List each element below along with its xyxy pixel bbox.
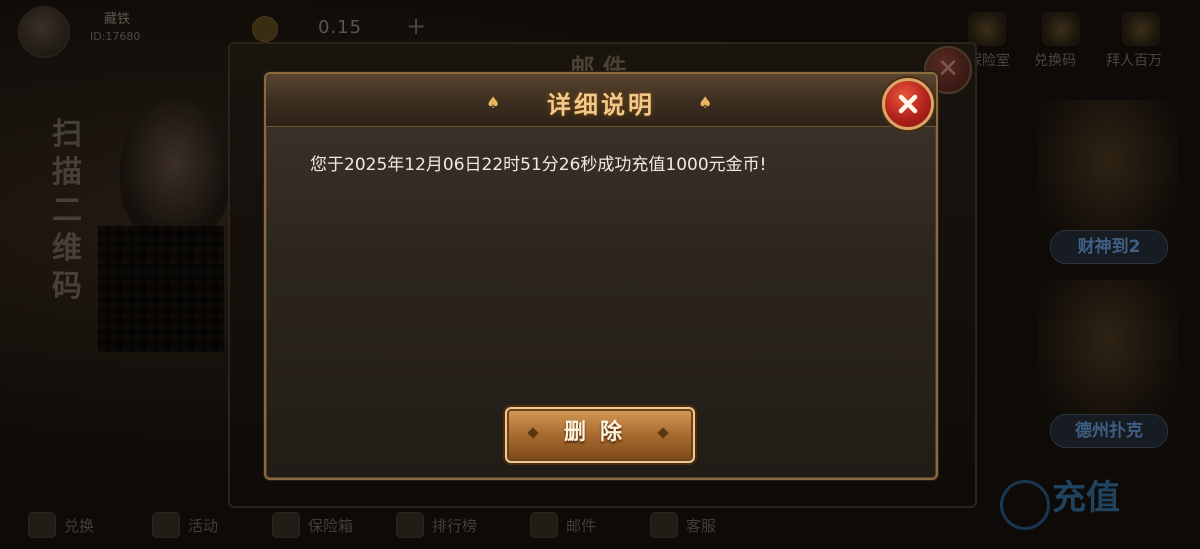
- player-name: 藏铁: [104, 12, 131, 27]
- dialog-header: ♠ 详细说明 ♠: [266, 74, 936, 127]
- qr-code: [98, 226, 224, 352]
- diamond-icon: [527, 427, 539, 439]
- dialog-message: 您于2025年12月06日22时51分26秒成功充值1000元金币!: [310, 155, 767, 175]
- nav-label: 保险箱: [308, 516, 354, 535]
- game-tile-caishen[interactable]: [1038, 100, 1178, 250]
- delete-button[interactable]: 删除: [505, 407, 695, 463]
- coin-balance: 0.15: [318, 17, 363, 38]
- close-button[interactable]: [882, 78, 934, 130]
- game-label-caishen[interactable]: 财神到2: [1050, 230, 1168, 264]
- spade-icon: ♠: [698, 93, 713, 112]
- nav-label: 活动: [188, 516, 219, 535]
- game-label-texas[interactable]: 德州扑克: [1050, 414, 1168, 448]
- ranking-icon: [396, 512, 424, 538]
- top-menu-redeem[interactable]: 兑换码: [1034, 50, 1076, 70]
- qr-promo-text: 扫描二维码: [52, 117, 82, 304]
- add-coins-button[interactable]: +: [406, 12, 426, 40]
- nav-label: 排行榜: [432, 516, 478, 535]
- nav-label: 兑换: [64, 516, 95, 535]
- coin-icon: [252, 16, 278, 42]
- exchange-icon: [28, 512, 56, 538]
- player-id: ID:17680: [90, 30, 141, 43]
- activity-icon: [152, 512, 180, 538]
- nav-service[interactable]: 客服: [650, 512, 716, 538]
- safe-box-icon: [272, 512, 300, 538]
- nav-safe[interactable]: 保险箱: [272, 512, 353, 538]
- nav-label: 客服: [686, 516, 717, 535]
- nav-mail[interactable]: 邮件: [530, 512, 596, 538]
- nav-ranking[interactable]: 排行榜: [396, 512, 477, 538]
- nav-activity[interactable]: 活动: [152, 512, 218, 538]
- safe-icon[interactable]: [968, 12, 1006, 46]
- diamond-icon: [657, 427, 669, 439]
- avatar[interactable]: [18, 6, 70, 58]
- mail-icon: [530, 512, 558, 538]
- top-menu-million[interactable]: 拜人百万: [1106, 50, 1162, 70]
- close-icon: [898, 94, 918, 114]
- nav-label: 邮件: [566, 516, 597, 535]
- redeem-icon[interactable]: [1042, 12, 1080, 46]
- delete-button-label: 删除: [563, 420, 636, 445]
- headset-icon: [650, 512, 678, 538]
- million-icon[interactable]: [1122, 12, 1160, 46]
- nav-exchange[interactable]: 兑换: [28, 512, 94, 538]
- dialog-title: 详细说明: [547, 91, 655, 119]
- promo-portrait: [120, 100, 230, 240]
- game-tile-texas[interactable]: [1038, 280, 1178, 430]
- recharge-button[interactable]: 充值: [1000, 470, 1200, 540]
